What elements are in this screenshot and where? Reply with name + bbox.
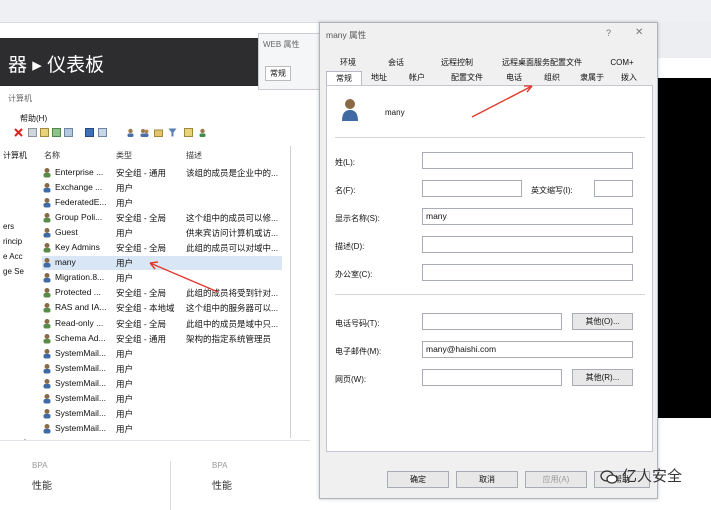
watermark-logo: 亿人安全 xyxy=(600,465,682,486)
arrow-to-many-row xyxy=(149,261,219,293)
annotation-arrows xyxy=(149,85,533,293)
wechat-icon xyxy=(600,469,618,485)
watermark-text: 亿人安全 xyxy=(622,468,683,485)
arrow-to-organization-tab xyxy=(471,85,533,118)
